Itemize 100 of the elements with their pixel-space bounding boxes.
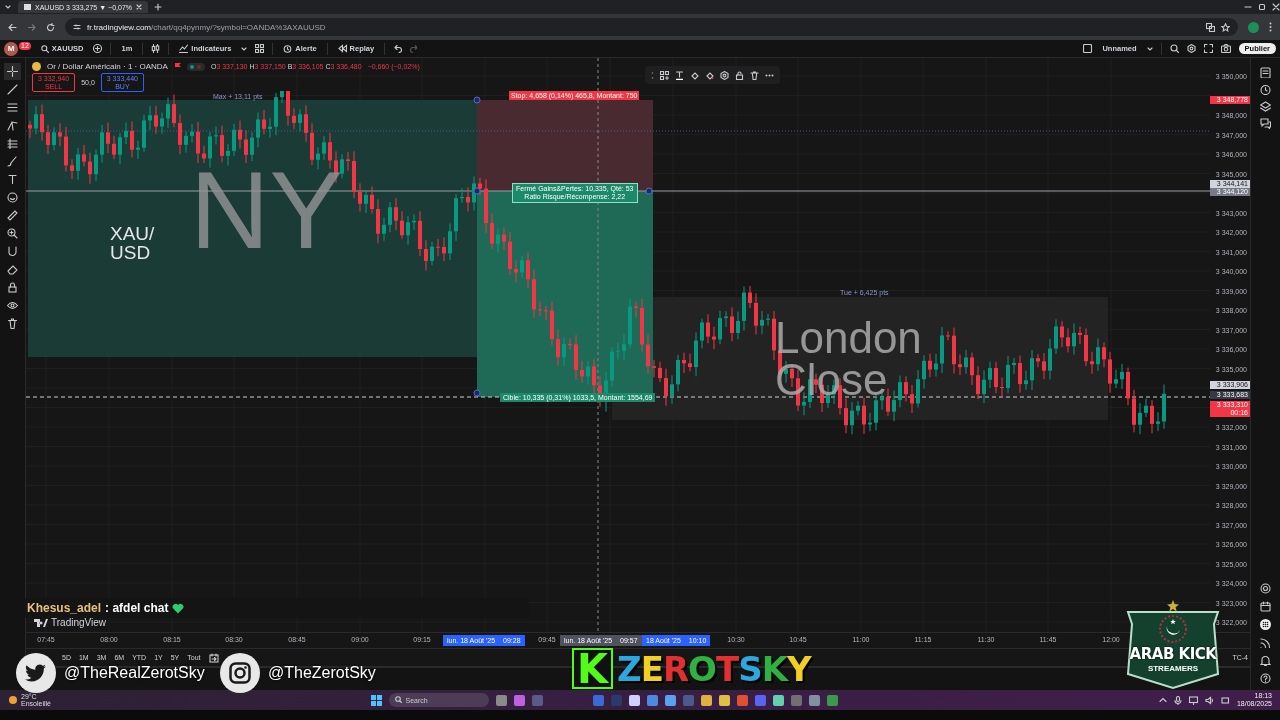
symbol-logo-icon [32,62,41,71]
back-icon[interactable] [8,22,17,32]
tradingview-logo-icon [34,618,48,627]
taskbar-app-icon[interactable] [701,694,713,706]
settings-icon[interactable] [720,70,729,80]
taskbar-app-icon[interactable] [827,694,839,706]
eye-icon[interactable] [7,300,18,311]
search-icon [395,696,403,703]
add-symbol-icon[interactable] [93,44,103,53]
caret-icon[interactable] [241,45,248,52]
translate-icon[interactable] [1206,22,1215,32]
taskbar-app-icon[interactable] [514,694,526,706]
fill-color-icon[interactable] [690,70,699,80]
profile-avatar-icon[interactable] [1248,21,1259,33]
reload-icon[interactable] [46,22,55,32]
checkbox-icon[interactable] [1083,44,1093,53]
trend-line-icon[interactable] [7,84,18,95]
chart-title: Or / Dollar Américain · 1 · OANDA [47,62,168,71]
logo-letter: K [572,648,613,689]
eraser-icon[interactable] [7,264,18,275]
calendar-icon[interactable] [1260,601,1271,612]
apps-grid-icon[interactable] [1260,619,1271,630]
site-settings-icon [73,23,81,31]
camera-icon[interactable] [1220,44,1231,53]
forward-icon[interactable] [27,22,36,32]
zoom-in-icon[interactable] [7,228,18,239]
lock-icon[interactable] [735,70,744,80]
taskbar-app-icon[interactable] [719,694,731,706]
taskbar-app-icon[interactable] [773,694,785,706]
brush-icon[interactable] [7,156,18,167]
restore-icon[interactable] [1258,3,1266,11]
settings-icon[interactable] [1186,44,1196,53]
candles-icon[interactable] [151,44,161,53]
trash-icon[interactable] [7,318,18,329]
social-handle: @TheRealZerotSky [64,664,205,682]
chevron-up-icon[interactable] [1158,696,1167,704]
battery-icon[interactable] [1220,695,1230,705]
taskbar-app-icon[interactable] [629,694,641,706]
star-icon [1167,600,1179,612]
go-to-date-icon[interactable] [208,652,219,663]
microphone-icon[interactable] [1173,695,1182,705]
ruler-icon[interactable] [7,210,18,221]
help-icon[interactable] [1260,673,1271,684]
close-icon[interactable] [1272,3,1280,11]
chat-icon[interactable] [1260,118,1271,129]
bookmark-star-icon[interactable] [1221,22,1230,32]
camera-icon [229,662,251,684]
broadcast-icon[interactable] [1260,637,1271,648]
magnet-icon[interactable] [7,246,18,257]
taskbar-app-icon[interactable] [809,694,821,706]
minimize-icon[interactable] [1244,3,1252,11]
lock-icon[interactable] [7,282,18,293]
target-icon[interactable] [1260,583,1271,594]
smiley-icon[interactable] [7,192,18,203]
badge-subtitle: STREAMERS [1146,664,1200,673]
alarm-clock-icon[interactable] [1260,84,1271,95]
chat-message: : afdel chat [105,601,169,615]
taskbar-app-icon[interactable] [496,694,508,706]
undo-icon[interactable] [393,44,403,53]
start-icon[interactable] [371,694,383,706]
template-icon[interactable] [660,70,669,80]
templates-icon[interactable] [255,44,265,53]
taskbar-app-icon[interactable] [665,694,677,706]
network-icon[interactable] [1188,695,1198,705]
url-text: fr.tradingview.com/chart/qq4pynmy/?symbol=OANDA%3AXAUUSD [87,22,326,32]
horizontal-lines-icon[interactable] [7,102,18,113]
caret-icon[interactable] [1146,45,1153,52]
line-color-icon[interactable] [705,70,714,80]
trash-icon[interactable] [750,70,759,80]
symbol-label: XAU/ USD [110,224,155,262]
brand-name: TradingView [51,617,107,628]
text-color-icon[interactable] [675,70,684,80]
address-field[interactable]: fr.tradingview.com/chart/qq4pynmy/?symbol=OANDA%3AXAUUSD [65,18,1238,36]
alarm-clock-icon [283,44,293,53]
new-tab-icon[interactable] [154,3,162,11]
crescent-emblem-icon [1158,614,1188,644]
volume-icon[interactable] [1204,695,1214,705]
fullscreen-icon[interactable] [1203,44,1213,53]
pitchfork-icon[interactable] [7,120,18,131]
bell-icon[interactable] [1260,655,1271,666]
social-handle: @TheZerotSky [268,664,376,682]
logo-text: ZEROTSKY [617,648,811,689]
bird-icon [25,664,47,682]
crosshair-icon[interactable] [7,66,18,77]
text-icon[interactable] [7,174,18,185]
layers-icon[interactable] [1260,101,1271,112]
parallel-lines-icon[interactable] [7,138,18,149]
site-icon [24,4,31,10]
close-icon[interactable] [136,4,142,10]
taskbar-app-icon[interactable] [647,694,659,706]
quick-search-icon[interactable] [1169,44,1179,53]
redo-icon[interactable] [410,44,420,53]
market-status-icon [186,62,205,71]
search-icon [40,44,49,53]
user-avatar[interactable]: M [4,41,18,56]
sun-icon [8,695,18,705]
watchlist-icon[interactable] [1260,67,1271,78]
dropdown-icon[interactable] [4,3,12,11]
drag-dots-icon[interactable] [651,70,654,80]
more-icon[interactable] [1269,22,1272,32]
